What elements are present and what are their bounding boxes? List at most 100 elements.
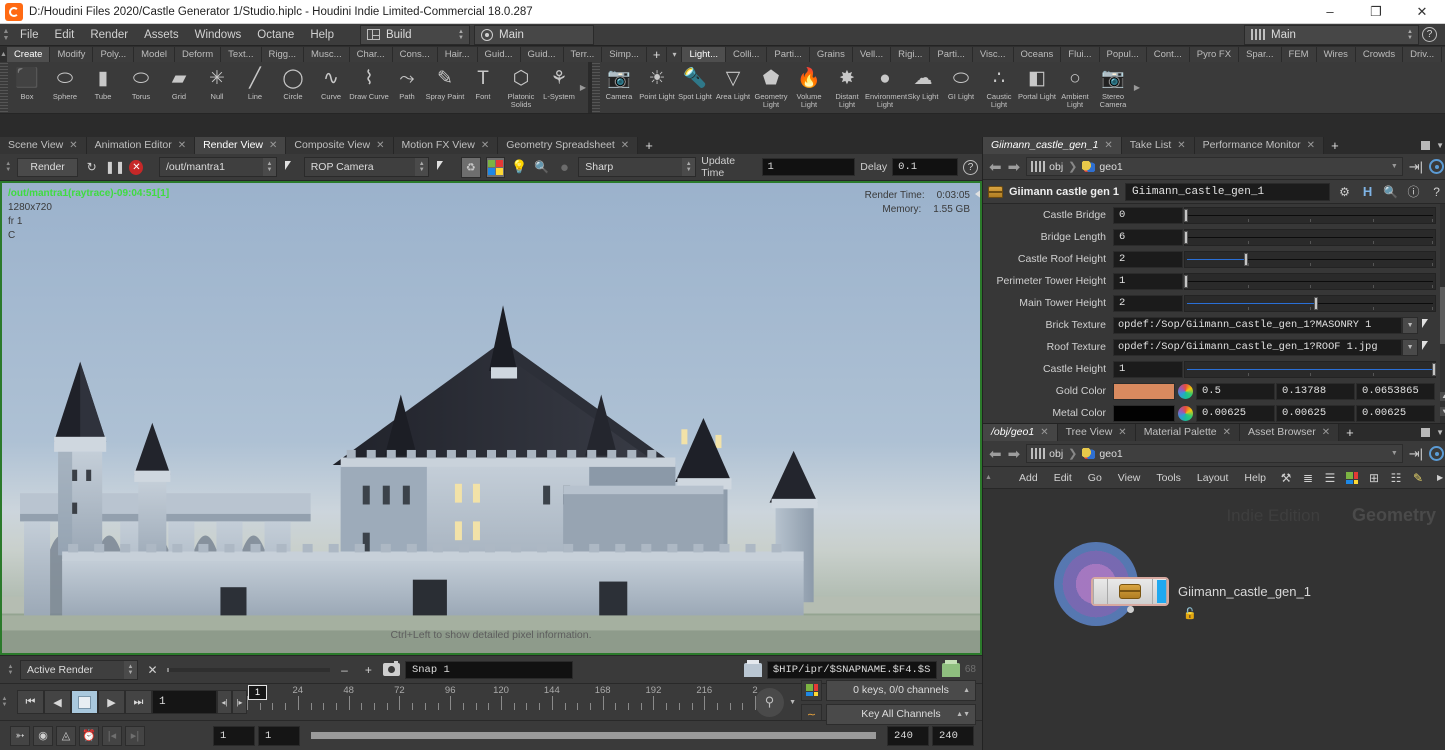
question-mark-icon[interactable]: ? bbox=[1422, 27, 1437, 42]
tab-motion-fx-view[interactable]: Motion FX View✕ bbox=[394, 137, 499, 154]
param-tab-performance-monitor[interactable]: Performance Monitor✕ bbox=[1195, 137, 1324, 154]
shelf-tab-left-14[interactable]: Simp... bbox=[602, 47, 647, 62]
close-icon[interactable]: ✕ bbox=[1223, 424, 1231, 441]
breadcrumb-root[interactable]: obj bbox=[1049, 161, 1063, 173]
close-icon[interactable]: ✕ bbox=[69, 137, 77, 154]
shelf-tab-left-5[interactable]: Text... bbox=[221, 47, 261, 62]
close-button[interactable]: ✕ bbox=[1399, 0, 1445, 24]
shelf-tab-left-3[interactable]: Model bbox=[134, 47, 175, 62]
tab-render-view[interactable]: Render View✕ bbox=[195, 137, 286, 154]
parameter-value-input[interactable]: 6 bbox=[1113, 229, 1183, 246]
snapshot-path-input[interactable]: $HIP/ipr/$SNAPNAME.$F4.$S bbox=[767, 661, 937, 679]
range-start-input[interactable]: 1 bbox=[213, 726, 255, 746]
network-arrow-right-icon[interactable]: ➡ bbox=[1008, 445, 1021, 463]
network-pin-icon[interactable]: ⇥| bbox=[1409, 446, 1423, 462]
rop-picker-button[interactable] bbox=[282, 158, 299, 177]
shelf-tab-right-8[interactable]: Oceans bbox=[1014, 47, 1062, 62]
color-b-input[interactable]: 0.0653865 bbox=[1356, 383, 1435, 400]
delay-input[interactable]: 0.1 bbox=[892, 158, 958, 176]
color-swatch[interactable] bbox=[1113, 405, 1175, 422]
menu-assets[interactable]: Assets bbox=[136, 24, 187, 46]
color-wheel-icon[interactable] bbox=[1178, 406, 1193, 421]
target-icon-right[interactable] bbox=[1429, 159, 1444, 174]
key-channels-icon[interactable] bbox=[801, 680, 822, 701]
menu-help[interactable]: Help bbox=[302, 24, 342, 46]
stop-icon[interactable]: ✕ bbox=[129, 160, 143, 175]
shelf-tab-right-16[interactable]: Crowds bbox=[1356, 47, 1403, 62]
select-icon[interactable]: ➳ bbox=[10, 726, 30, 746]
parameter-value-input[interactable]: 2 bbox=[1113, 295, 1183, 312]
current-frame-input[interactable]: 1 bbox=[152, 690, 217, 714]
info-icon[interactable]: ⓘ bbox=[1405, 183, 1422, 201]
network-tab--obj-geo1[interactable]: /obj/geo1✕ bbox=[983, 424, 1058, 441]
network-pane-menu-icon[interactable]: ▼ bbox=[1436, 428, 1444, 437]
shelf-tab-right-6[interactable]: Parti... bbox=[930, 47, 972, 62]
toolbar-collapse-arrow[interactable]: ▲▼ bbox=[4, 161, 12, 173]
camera-picker-button[interactable] bbox=[434, 158, 451, 177]
more-icon[interactable]: ▶ bbox=[1430, 468, 1445, 488]
close-icon[interactable]: ✕ bbox=[1307, 137, 1315, 154]
network-path-field[interactable]: obj ❯ geo1 ▼ bbox=[1026, 444, 1403, 463]
timeline-ruler[interactable]: 1 244872961201441681922162 bbox=[247, 684, 755, 721]
shelf-tab-menu-button[interactable]: ▾ bbox=[667, 47, 682, 62]
network-menu-tools[interactable]: Tools bbox=[1148, 467, 1189, 489]
color-b-input[interactable]: 0.00625 bbox=[1356, 405, 1435, 422]
notes-icon[interactable]: ✎ bbox=[1408, 468, 1428, 488]
shelf-tab-right-10[interactable]: Popul... bbox=[1100, 47, 1147, 62]
parameter-slider[interactable] bbox=[1184, 251, 1436, 268]
shelf-tool-camera[interactable]: 📷Camera bbox=[600, 63, 638, 113]
clock-icon[interactable]: ⏰ bbox=[79, 726, 99, 746]
desktop-right-spinner[interactable]: ▲▼ bbox=[1404, 29, 1416, 41]
arrow-right-icon[interactable]: ➡ bbox=[1008, 158, 1021, 176]
close-icon[interactable]: ✕ bbox=[269, 137, 277, 154]
parameter-value-input[interactable]: 2 bbox=[1113, 251, 1183, 268]
desktop-build-spinner[interactable]: ▲▼ bbox=[455, 29, 467, 41]
close-icon[interactable]: ✕ bbox=[1118, 424, 1126, 441]
tab-geometry-spreadsheet[interactable]: Geometry Spreadsheet✕ bbox=[498, 137, 638, 154]
parameter-slider[interactable] bbox=[1184, 207, 1436, 224]
shelf-grip-left[interactable] bbox=[0, 62, 8, 114]
render-button[interactable]: Render bbox=[17, 158, 77, 177]
shelf-tool-gi-light[interactable]: ⬭GI Light bbox=[942, 63, 980, 113]
filter-selector[interactable]: Sharp ▲▼ bbox=[578, 157, 696, 177]
stop-icon-timeline[interactable] bbox=[71, 690, 98, 714]
close-icon[interactable]: ✕ bbox=[143, 660, 162, 679]
shelf-tool-volume-light[interactable]: 🔥Volume Light bbox=[790, 63, 828, 113]
desktop-main-selector[interactable]: Main bbox=[474, 25, 594, 45]
color-g-input[interactable]: 0.13788 bbox=[1276, 383, 1355, 400]
play-reverse-icon[interactable]: ◀ bbox=[44, 690, 71, 714]
parameter-slider[interactable] bbox=[1184, 229, 1436, 246]
network-target-icon[interactable] bbox=[1429, 446, 1444, 461]
close-icon[interactable]: ✕ bbox=[178, 137, 186, 154]
shelf-tab-right-5[interactable]: Rigi... bbox=[891, 47, 930, 62]
shelf-tab-left-9[interactable]: Cons... bbox=[393, 47, 438, 62]
step-back-icon[interactable]: ◂| bbox=[217, 690, 232, 714]
shelf-tab-right-3[interactable]: Grains bbox=[810, 47, 853, 62]
parameter-slider[interactable] bbox=[1184, 273, 1436, 290]
param-tab-take-list[interactable]: Take List✕ bbox=[1122, 137, 1195, 154]
parameter-scroll-up[interactable]: ▲ bbox=[1440, 392, 1445, 401]
snapshot-icon[interactable]: ☷ bbox=[1386, 468, 1406, 488]
shelf-tool-spot-light[interactable]: 🔦Spot Light bbox=[676, 63, 714, 113]
save-snapshot-icon[interactable] bbox=[744, 663, 762, 677]
key-icon[interactable]: ⚲ bbox=[755, 688, 784, 717]
shelf-tool-draw-curve[interactable]: ⌇Draw Curve bbox=[350, 63, 388, 113]
shelf-tool-stereo-camera[interactable]: 📷Stereo Camera bbox=[1094, 63, 1132, 113]
question-mark-icon-params[interactable]: ? bbox=[1428, 183, 1445, 201]
palette-icon[interactable] bbox=[1342, 468, 1362, 488]
network-add-tab[interactable]: + bbox=[1339, 424, 1361, 441]
shelf-tool-distant-light[interactable]: ✸Distant Light bbox=[828, 63, 866, 113]
maximize-network-pane-icon[interactable] bbox=[1421, 428, 1430, 437]
shelf-tab-left-13[interactable]: Terr... bbox=[564, 47, 603, 62]
network-tab-material-palette[interactable]: Material Palette✕ bbox=[1136, 424, 1240, 441]
parameter-value-input[interactable]: 1 bbox=[1113, 361, 1183, 378]
tools-icon[interactable]: ⚒ bbox=[1276, 468, 1296, 488]
close-icon[interactable]: ✕ bbox=[481, 137, 489, 154]
load-snapshot-icon[interactable] bbox=[942, 663, 960, 677]
file-browser-icon[interactable] bbox=[1418, 317, 1436, 334]
magnifier-icon[interactable]: 🔍 bbox=[533, 158, 551, 177]
houdini-h-icon[interactable]: H bbox=[1359, 183, 1376, 201]
jump-to-end-icon[interactable]: ⏭ bbox=[125, 690, 152, 714]
parameter-value-input[interactable]: 0 bbox=[1113, 207, 1183, 224]
shelf-tool-path[interactable]: ⤳Path bbox=[388, 63, 426, 113]
